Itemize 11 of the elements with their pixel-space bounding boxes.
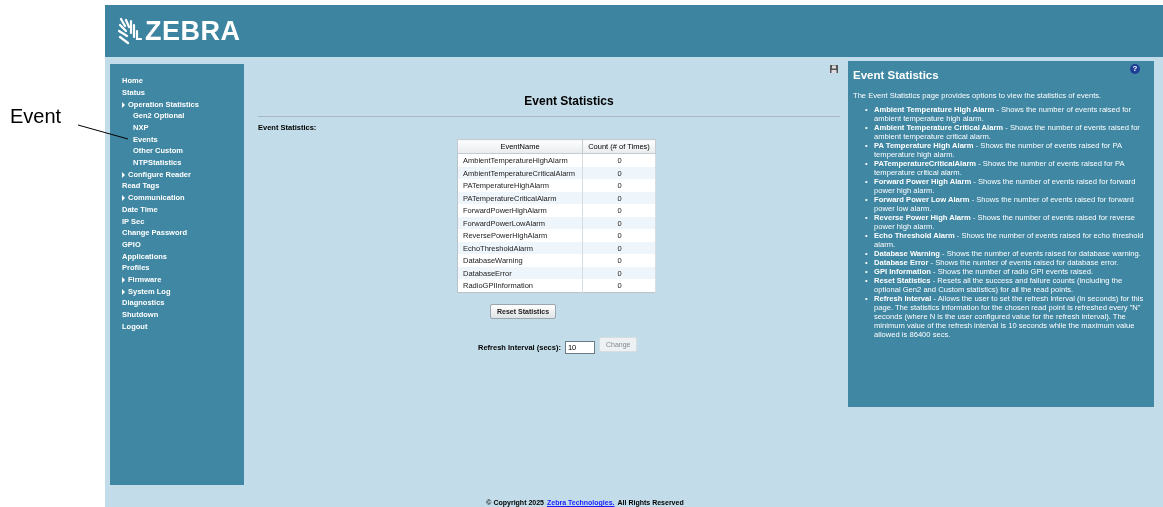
help-button[interactable]: ? bbox=[1130, 64, 1140, 75]
caret-icon bbox=[122, 195, 125, 201]
caret-icon bbox=[122, 101, 125, 108]
save-icon[interactable] bbox=[830, 65, 838, 74]
zebra-head-icon bbox=[118, 17, 142, 46]
page-title: Event Statistics bbox=[523, 94, 615, 109]
caret-icon bbox=[122, 171, 125, 178]
brand-name: ZEBRA bbox=[145, 15, 241, 47]
callout-label: Event bbox=[10, 105, 62, 128]
help-title: Event Statistics bbox=[853, 69, 939, 82]
leader-line bbox=[78, 124, 128, 140]
